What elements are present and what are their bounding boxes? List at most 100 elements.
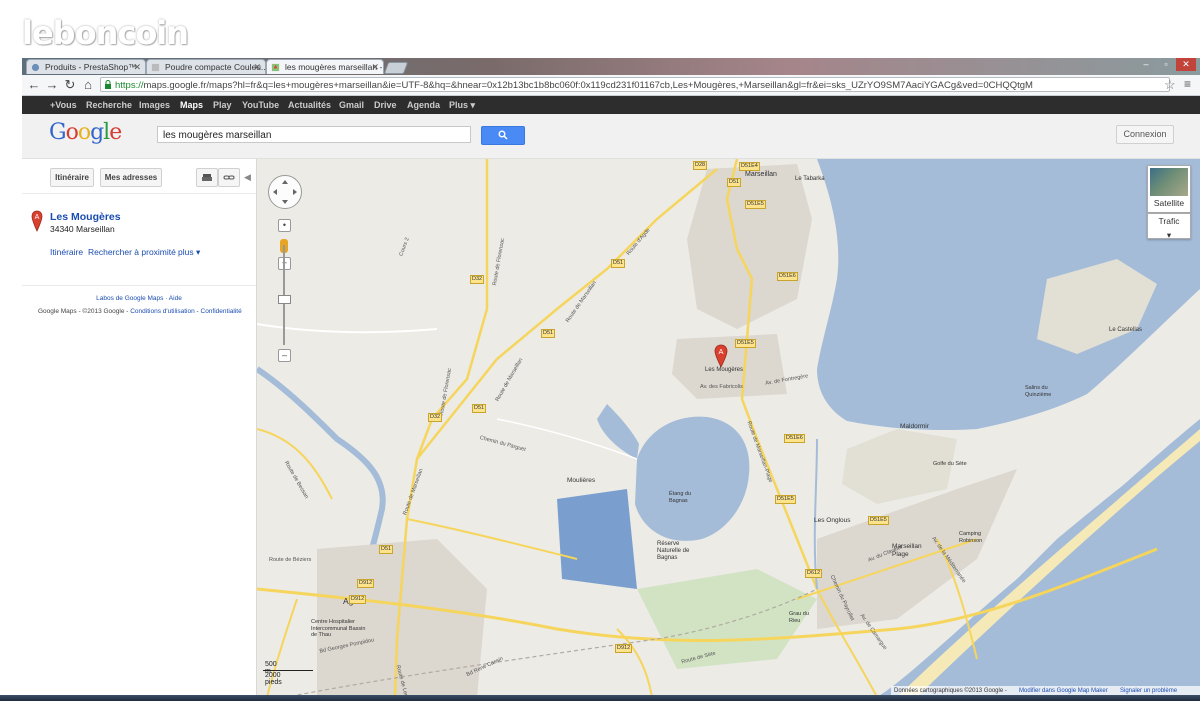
tab-google-maps[interactable]: les mougères marseillan - ✕ — [266, 59, 384, 74]
maximize-icon[interactable]: ▫ — [1156, 58, 1176, 71]
collapse-panel-icon[interactable]: ◀ — [244, 172, 251, 183]
search-icon — [498, 130, 508, 140]
signin-button[interactable]: Connexion — [1116, 125, 1174, 144]
tab-strip: Produits - PrestaShop™ ✕ Poudre compacte… — [22, 58, 1200, 75]
gbar-play[interactable]: Play — [213, 96, 232, 114]
gbar-plus-vous[interactable]: +Vous — [50, 96, 77, 114]
pan-arrows-icon — [273, 180, 297, 204]
road-shield-d51e5-3: D51E5 — [775, 495, 796, 504]
tab-label: Poudre compacte Couleu... — [165, 62, 266, 72]
place-les-onglous: Les Onglous — [814, 517, 851, 524]
salt-pans — [557, 489, 637, 589]
bookmark-star-icon[interactable]: ☆ — [1164, 77, 1176, 93]
gbar-images[interactable]: Images — [139, 96, 170, 114]
gbar-drive[interactable]: Drive — [374, 96, 397, 114]
road-bessan — [257, 428, 333, 500]
place-reserve-bagnas: Réserve Naturelle de Bagnas — [657, 541, 690, 561]
etang-du-bagnas — [635, 416, 750, 541]
zoom-out-button[interactable]: – — [278, 349, 291, 362]
gbar-actualites[interactable]: Actualités — [288, 96, 331, 114]
place-maldormir: Maldormir — [900, 423, 929, 430]
gbar-gmail[interactable]: Gmail — [339, 96, 364, 114]
search-input[interactable]: les mougères marseillan — [157, 126, 471, 143]
tab-close-icon[interactable]: ✕ — [371, 60, 379, 74]
place-hopital: Centre Hospitalier Intercommunal Bassin … — [311, 619, 366, 638]
scale-imperial: 2000 pieds — [265, 672, 282, 686]
place-marseillan: Marseillan — [745, 171, 777, 178]
place-salins: Salins du Quinzième — [1025, 385, 1052, 398]
legal-copyright: Google Maps - ©2013 Google - — [38, 308, 131, 315]
result-marker-icon[interactable]: A — [31, 210, 43, 232]
tab-close-icon[interactable]: ✕ — [133, 60, 141, 74]
chevron-down-icon: ▾ — [1166, 230, 1172, 240]
place-etang-bagnas: Étang du Bagnas — [669, 491, 692, 504]
result-itinerary-link[interactable]: Itinéraire — [50, 247, 83, 257]
road-shield-d28: D28 — [693, 161, 708, 170]
labs-help-links[interactable]: Labos de Google Maps · Aide — [22, 295, 256, 302]
itinerary-button[interactable]: Itinéraire — [50, 168, 94, 187]
google-logo[interactable]: Google — [49, 120, 122, 145]
maps-favicon-icon — [271, 63, 280, 72]
place-le-tabarka: Le Tabarka — [795, 176, 825, 182]
pan-control[interactable] — [268, 175, 302, 209]
more-link[interactable]: plus ▾ — [178, 247, 200, 258]
tab-close-icon[interactable]: ✕ — [253, 60, 261, 74]
satellite-label: Satellite — [1153, 198, 1185, 208]
traffic-layer-button[interactable]: Trafic ▾ — [1147, 213, 1191, 240]
place-moulieres: Moulières — [567, 477, 596, 484]
new-tab-button[interactable] — [383, 62, 409, 74]
google-bar: +Vous Recherche Images Maps Play YouTube… — [22, 96, 1200, 114]
place-le-castellas: Le Castellas — [1109, 327, 1143, 333]
road-label-beziers: Route de Béziers — [269, 557, 312, 563]
home-icon[interactable]: ⌂ — [80, 77, 96, 93]
close-window-icon[interactable]: ✕ — [1176, 58, 1196, 71]
road-marseillan — [416, 168, 718, 460]
wrench-menu-icon[interactable]: ≡ — [1184, 77, 1191, 91]
back-arrow-icon[interactable]: ← — [26, 77, 42, 93]
gbar-youtube[interactable]: YouTube — [242, 96, 279, 114]
place-camping-robinson: Camping Robinson — [959, 531, 983, 544]
gbar-recherche[interactable]: Recherche — [86, 96, 132, 114]
road-shield-d51e4: D51E4 — [739, 162, 760, 171]
road-shield-d51e5: D51E5 — [745, 200, 766, 209]
privacy-link[interactable]: Confidentialité — [201, 308, 242, 315]
road-shield-d51: D51 — [727, 178, 742, 187]
tab-label: les mougères marseillan - — [285, 62, 383, 72]
satellite-layer-button[interactable]: Satellite — [1147, 165, 1191, 213]
search-nearby-link[interactable]: Rechercher à proximité — [88, 247, 176, 257]
results-panel: Itinéraire Mes adresses ◀ A Les Mougères… — [22, 159, 257, 701]
link-icon[interactable] — [218, 168, 240, 187]
tab-poudre[interactable]: Poudre compacte Couleu... ✕ — [146, 59, 266, 74]
road-shield-d51e6-2: D51E6 — [784, 434, 805, 443]
tab-prestashop[interactable]: Produits - PrestaShop™ ✕ — [26, 59, 146, 74]
result-title[interactable]: Les Mougères — [50, 211, 121, 223]
browser-window: Produits - PrestaShop™ ✕ Poudre compacte… — [22, 58, 1200, 701]
map-result-marker-icon[interactable]: A — [714, 344, 728, 368]
gbar-maps[interactable]: Maps — [180, 96, 203, 114]
result-address: 34340 Marseillan — [50, 224, 115, 234]
address-bar[interactable]: https://maps.google.fr/maps?hl=fr&q=les+… — [100, 77, 1170, 92]
lock-icon — [105, 80, 111, 89]
search-button[interactable] — [481, 126, 525, 145]
map-marker-letter: A — [718, 347, 723, 356]
zoom-slider-thumb[interactable] — [278, 295, 291, 304]
bagnas-channel — [597, 404, 639, 459]
place-grau-du-rieu: Grau du Rieu — [789, 611, 809, 624]
gbar-agenda[interactable]: Agenda — [407, 96, 440, 114]
terms-link[interactable]: Conditions d'utilisation — [130, 308, 194, 315]
gbar-plus[interactable]: Plus ▾ — [449, 96, 475, 114]
zoom-reset-button[interactable]: • — [278, 219, 291, 232]
print-icon[interactable] — [196, 168, 218, 187]
reload-icon[interactable]: ↻ — [62, 77, 78, 93]
my-places-button[interactable]: Mes adresses — [100, 168, 162, 187]
minimize-icon[interactable]: – — [1136, 58, 1156, 71]
prestashop-favicon-icon — [31, 63, 40, 72]
road-shield-d51e6: D51E6 — [777, 272, 798, 281]
road-shield-d912-2: D912 — [349, 595, 367, 604]
page-favicon-icon — [151, 63, 160, 72]
forward-arrow-icon[interactable]: → — [44, 77, 60, 93]
map-canvas[interactable]: Marseillan Le Tabarka Les Mougères Av. d… — [257, 159, 1200, 697]
road-shield-d51e5-4: D51E5 — [868, 516, 889, 525]
road-shield-d32-2: D32 — [428, 413, 443, 422]
road-shield-d912: D912 — [357, 579, 375, 588]
